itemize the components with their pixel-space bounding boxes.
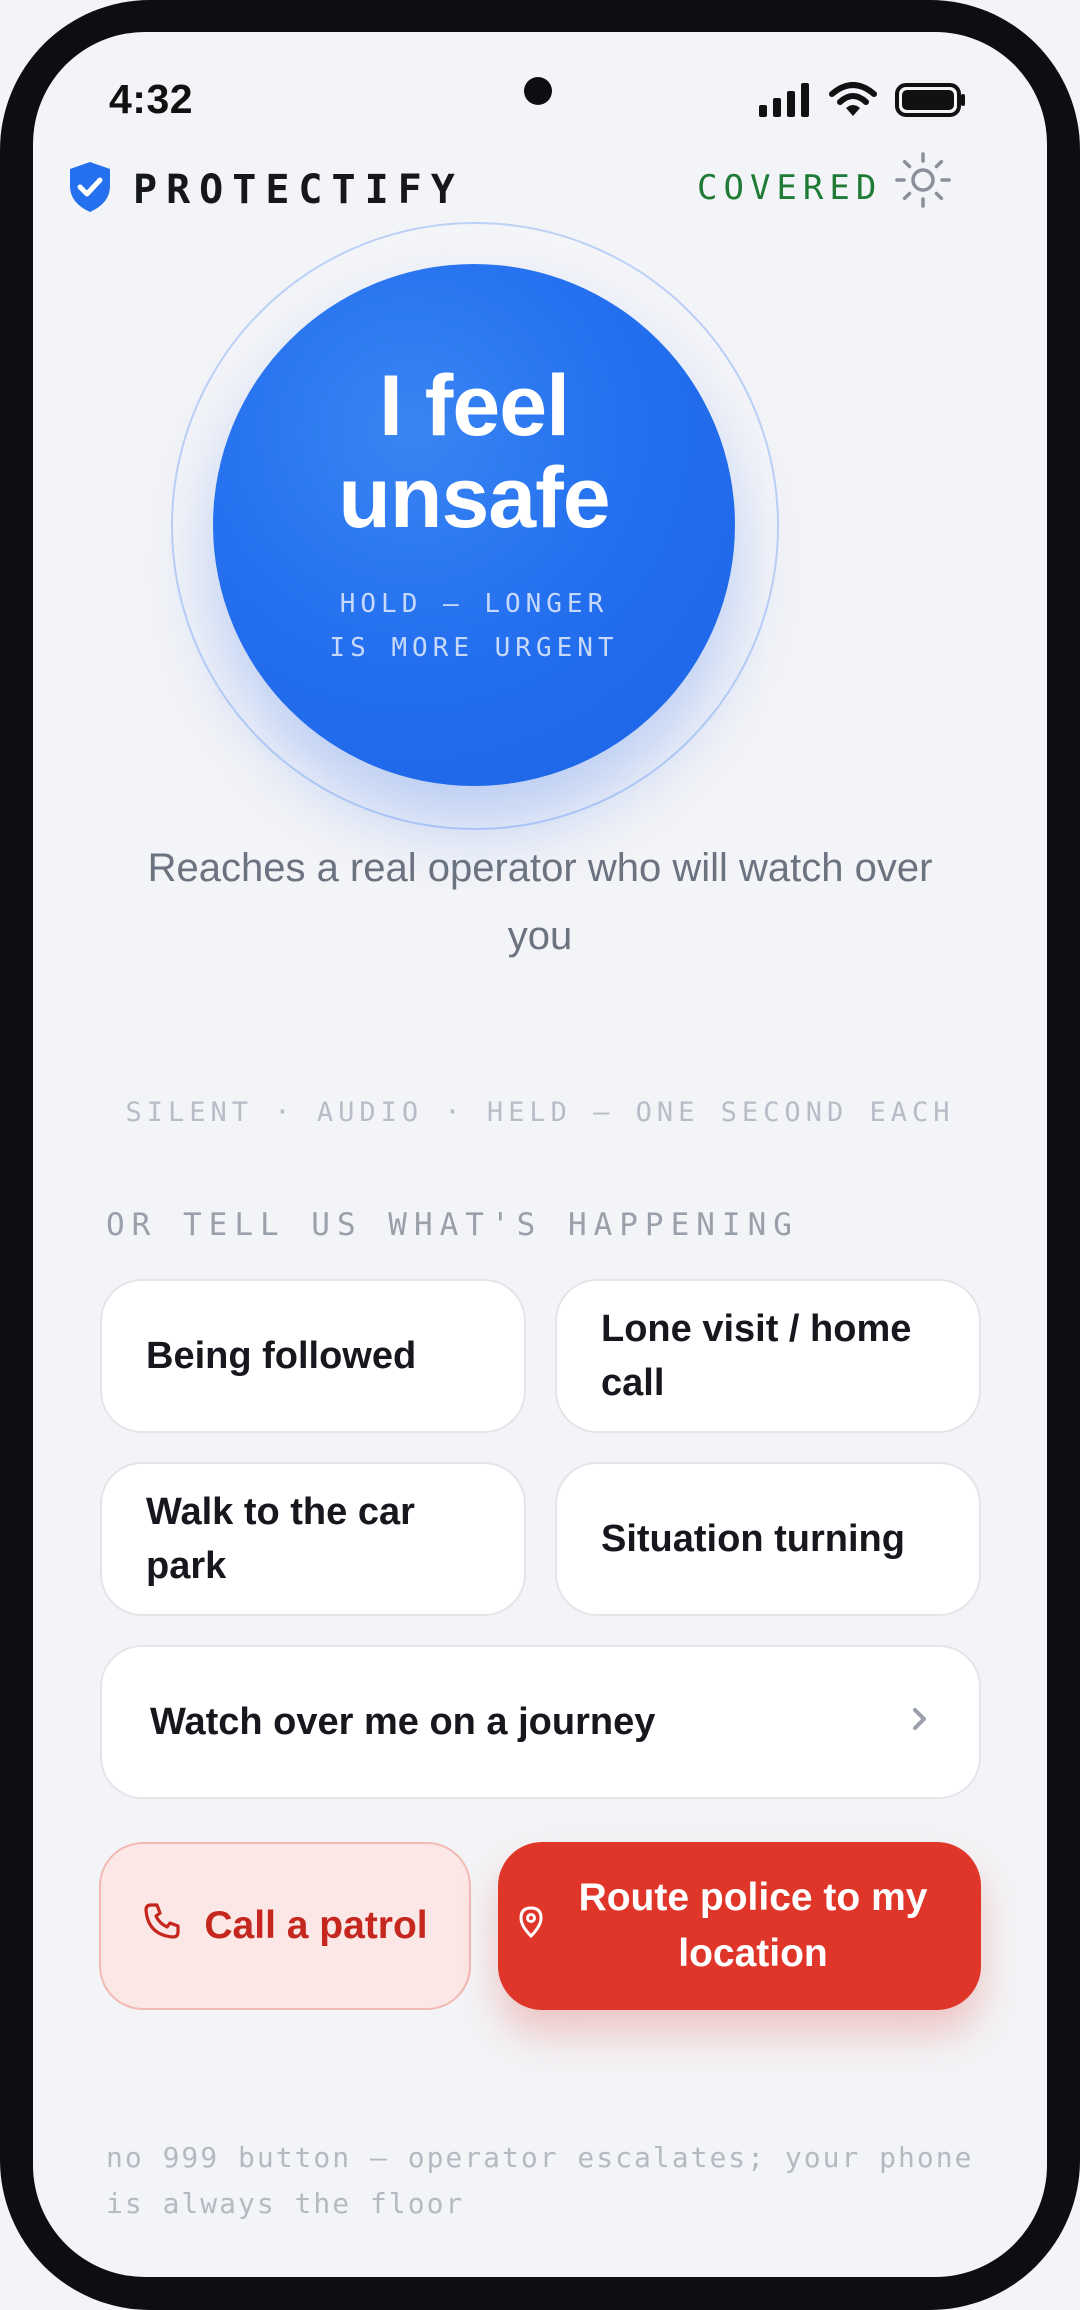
brand: PROTECTIFY	[67, 160, 464, 219]
situation-label: Lone visit / home call	[601, 1308, 912, 1404]
wifi-icon	[829, 82, 877, 123]
situation-label: Being followed	[146, 1335, 417, 1377]
status-icons	[759, 82, 967, 123]
situation-label: Situation turning	[601, 1518, 905, 1560]
panic-button[interactable]: I feel unsafe HOLD — LONGER IS MORE URGE…	[213, 264, 735, 786]
situation-lone-visit[interactable]: Lone visit / home call	[555, 1279, 981, 1433]
coverage-status: COVERED	[697, 168, 883, 208]
panic-description: Reaches a real operator who will watch o…	[147, 846, 933, 958]
signal-icon	[759, 83, 811, 122]
route-police-button[interactable]: Route police to my location	[498, 1842, 981, 2010]
chevron-right-icon	[909, 1695, 931, 1749]
battery-icon	[895, 83, 967, 122]
phone-icon	[142, 1901, 182, 1951]
panic-title-line2: unsafe	[338, 450, 610, 546]
panic-title: I feel unsafe	[338, 358, 610, 546]
panic-hint: HOLD — LONGER IS MORE URGENT	[329, 589, 619, 663]
section-title: OR TELL US WHAT'S HAPPENING	[106, 1207, 799, 1243]
shield-check-icon	[67, 160, 113, 219]
sun-icon[interactable]	[893, 150, 953, 210]
footnote: no 999 button — operator escalates; your…	[106, 2141, 974, 2220]
route-police-label: Route police to my location	[578, 1876, 928, 1975]
situation-turning[interactable]: Situation turning	[555, 1462, 981, 1616]
call-patrol-label: Call a patrol	[204, 1904, 428, 1947]
front-camera	[524, 77, 552, 105]
status-time: 4:32	[109, 76, 194, 122]
journey-button[interactable]: Watch over me on a journey	[100, 1645, 981, 1799]
brand-name: PROTECTIFY	[133, 166, 464, 213]
situation-walk-to-car-park[interactable]: Walk to the car park	[100, 1462, 526, 1616]
situation-being-followed[interactable]: Being followed	[100, 1279, 526, 1433]
situation-label: Walk to the car park	[146, 1491, 415, 1587]
panic-title-line1: I feel	[379, 358, 570, 454]
call-patrol-button[interactable]: Call a patrol	[99, 1842, 471, 2010]
panic-modes: SILENT · AUDIO · HELD — ONE SECOND EACH	[125, 1097, 955, 1128]
journey-label: Watch over me on a journey	[150, 1701, 656, 1743]
